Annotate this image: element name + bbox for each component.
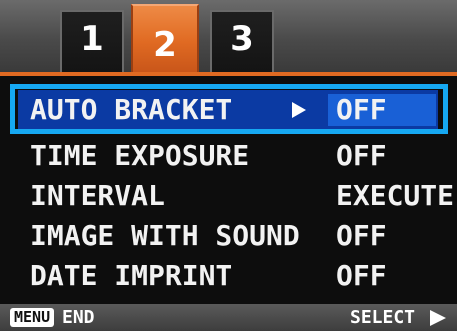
menu-item-value: OFF [336, 219, 387, 252]
menu-item-date-imprint[interactable]: DATE IMPRINT OFF [18, 256, 448, 296]
menu-item-value: OFF [336, 259, 387, 292]
menu-panel: AUTO BRACKET OFF TIME EXPOSURE OFF INTER… [0, 72, 457, 304]
camera-menu-screen: 1 2 3 AUTO BRACKET OFF TIME EXPOSURE OFF… [0, 0, 457, 331]
menu-item-label: IMAGE WITH SOUND [30, 219, 300, 252]
tab-strip: 1 2 3 [0, 0, 457, 72]
menu-item-label: DATE IMPRINT [30, 259, 233, 292]
tab-2[interactable]: 2 [131, 4, 199, 72]
menu-item-label: AUTO BRACKET [30, 93, 233, 126]
menu-item-value: OFF [336, 93, 387, 126]
menu-item-interval[interactable]: INTERVAL EXECUTE [18, 176, 454, 216]
menu-item-value: OFF [336, 139, 387, 172]
menu-item-image-with-sound[interactable]: IMAGE WITH SOUND OFF [18, 216, 448, 256]
menu-item-label: TIME EXPOSURE [30, 139, 250, 172]
menu-key-button[interactable]: MENU [10, 308, 55, 327]
tab-1-label: 1 [80, 19, 104, 59]
tab-3-label: 3 [230, 19, 254, 59]
menu-item-value: EXECUTE [336, 179, 455, 212]
end-label: END [62, 307, 95, 328]
menu-item-label: INTERVAL [30, 179, 165, 212]
select-arrow-icon [430, 310, 446, 326]
footer-bar: MENU END SELECT [0, 304, 457, 331]
tab-2-label: 2 [153, 25, 177, 65]
tab-1[interactable]: 1 [60, 10, 124, 72]
menu-item-time-exposure[interactable]: TIME EXPOSURE OFF [18, 136, 448, 176]
tab-3[interactable]: 3 [210, 10, 274, 72]
select-label: SELECT [350, 307, 416, 328]
menu-item-auto-bracket[interactable]: AUTO BRACKET OFF [18, 90, 448, 130]
